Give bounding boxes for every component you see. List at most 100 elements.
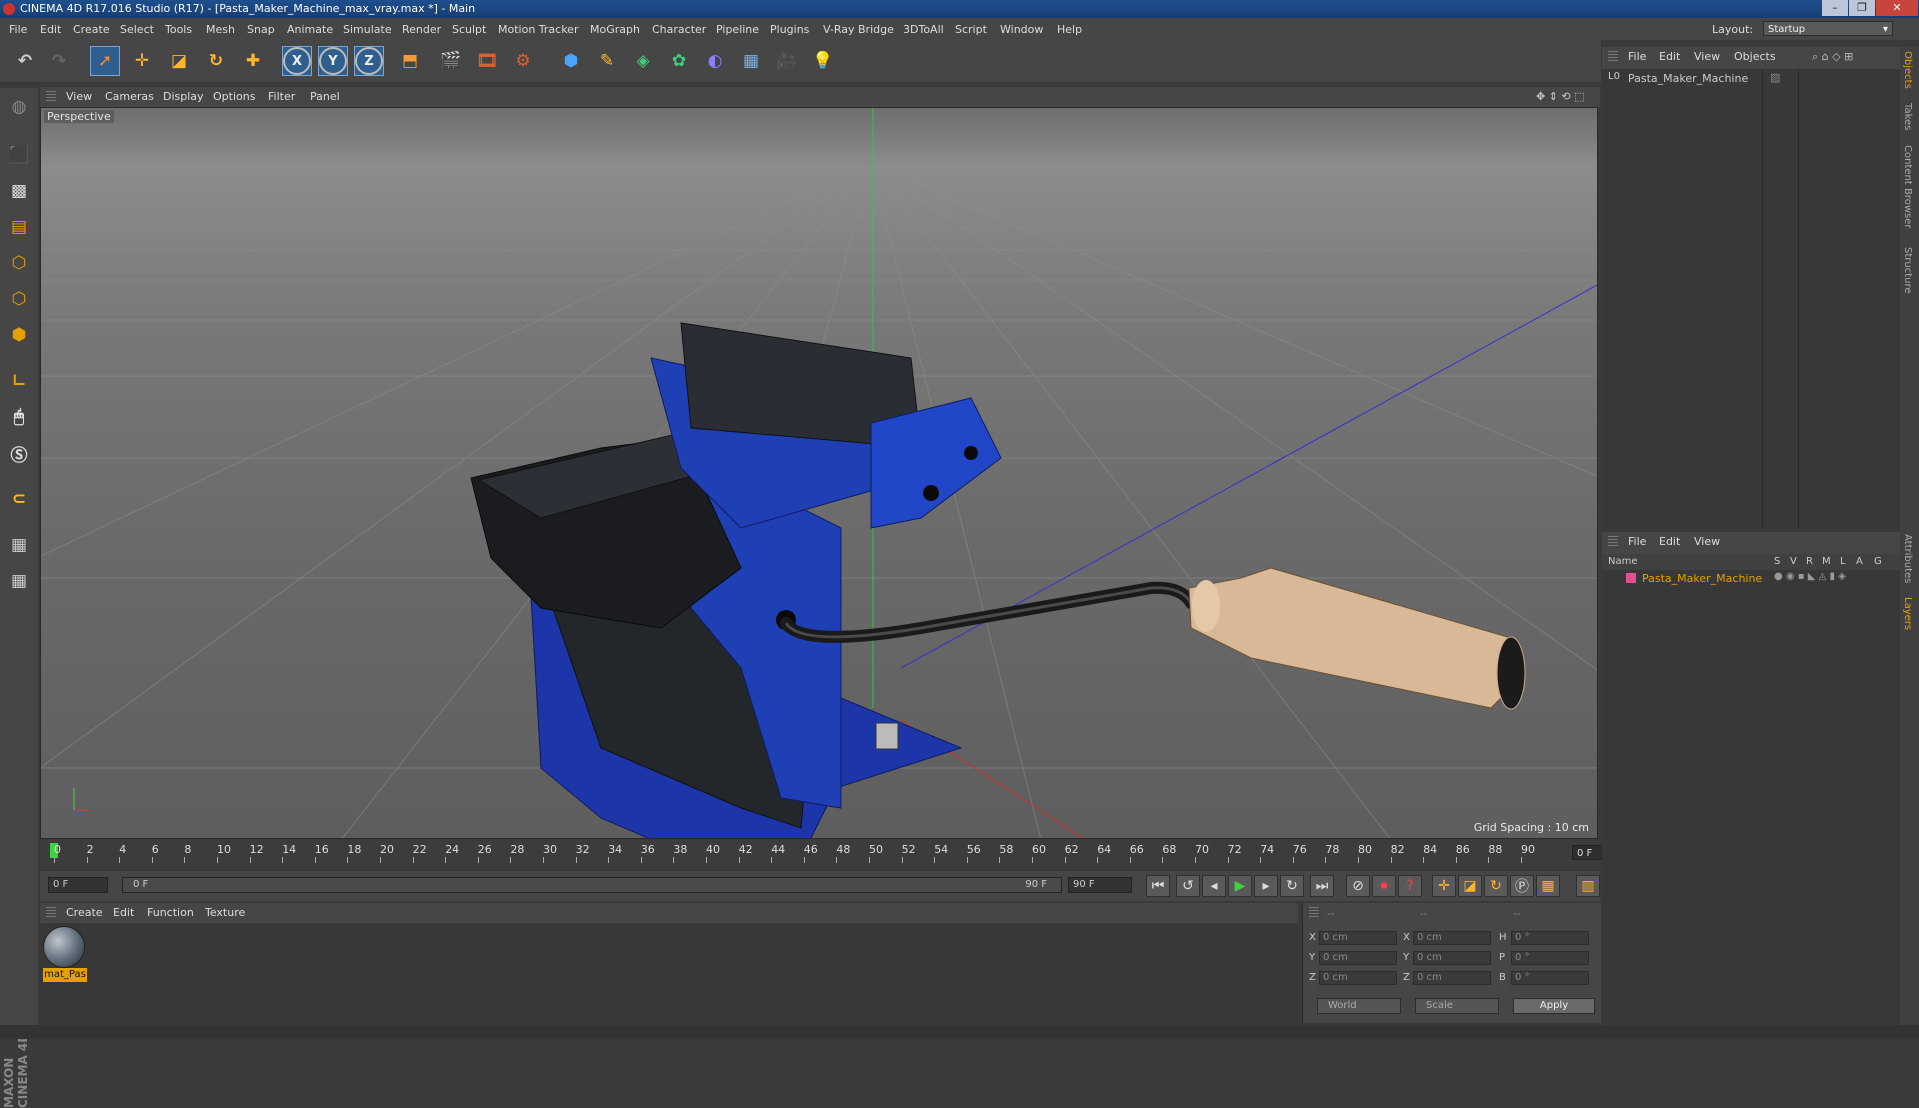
scale-icon[interactable]: ◪ <box>164 46 194 76</box>
menu-mograph[interactable]: MoGraph <box>590 23 640 36</box>
layout-select[interactable]: Startup ▾ <box>1763 21 1893 36</box>
z-axis-icon[interactable]: Z <box>354 46 384 76</box>
coordinate-mode-select[interactable]: World <box>1317 998 1401 1014</box>
pos-y-field[interactable]: 0 cm <box>1319 951 1397 965</box>
points-mode-icon[interactable]: ⬡ <box>4 248 34 278</box>
play-icon[interactable]: ▶ <box>1228 875 1252 897</box>
menu-edit[interactable]: Edit <box>40 23 61 36</box>
menu-motion-tracker[interactable]: Motion Tracker <box>498 23 578 36</box>
light-icon[interactable]: 💡 <box>808 46 838 76</box>
x-axis-icon[interactable]: X <box>282 46 312 76</box>
texture-mode-icon[interactable]: ▩ <box>4 176 34 206</box>
coordinate-system-icon[interactable]: ⬒ <box>395 46 425 76</box>
record-disabled-icon[interactable]: ⊘ <box>1346 875 1370 897</box>
obj-menu-edit[interactable]: Edit <box>1659 50 1680 63</box>
menu-help[interactable]: Help <box>1057 23 1082 36</box>
rotate-icon[interactable]: ↻ <box>201 46 231 76</box>
menu-render[interactable]: Render <box>402 23 441 36</box>
render-picture-viewer-icon[interactable]: 🎞 <box>472 46 502 76</box>
size-mode-select[interactable]: Scale <box>1415 998 1499 1014</box>
layer-color-swatch[interactable] <box>1626 573 1636 583</box>
layer-menu-file[interactable]: File <box>1628 535 1646 548</box>
menu-select[interactable]: Select <box>120 23 154 36</box>
start-frame-field[interactable]: 0 F <box>48 877 108 893</box>
layer-menu-edit[interactable]: Edit <box>1659 535 1680 548</box>
goto-start-icon[interactable]: ⏮ <box>1146 875 1170 897</box>
locked-workplane-icon[interactable]: ▦ <box>4 530 34 560</box>
edit-visibility-icon[interactable]: ▨ <box>1770 71 1780 84</box>
edges-mode-icon[interactable]: ⬡ <box>4 284 34 314</box>
subdivision-surface-icon[interactable]: ◈ <box>628 46 658 76</box>
render-view-icon[interactable]: 🎬 <box>436 46 466 76</box>
menu-create[interactable]: Create <box>73 23 110 36</box>
mat-menu-texture[interactable]: Texture <box>205 906 245 919</box>
size-z-field[interactable]: 0 cm <box>1413 971 1491 985</box>
menu-pipeline[interactable]: Pipeline <box>716 23 759 36</box>
layer-menu-view[interactable]: View <box>1694 535 1720 548</box>
mat-menu-edit[interactable]: Edit <box>113 906 134 919</box>
timeline-window-icon[interactable]: ▥ <box>1576 875 1600 897</box>
magnet-icon[interactable]: ⊂ <box>4 484 34 514</box>
viewport-nav-icons[interactable]: ✥ ⇕ ⟲ ⬚ <box>1536 90 1585 103</box>
floor-icon[interactable]: ▦ <box>736 46 766 76</box>
tab-objects[interactable]: Objects <box>1902 51 1913 89</box>
material-preview-sphere[interactable] <box>43 926 85 968</box>
rot-b-field[interactable]: 0 ° <box>1511 971 1589 985</box>
vp-menu-display[interactable]: Display <box>163 90 204 103</box>
close-button[interactable]: ✕ <box>1876 0 1918 16</box>
key-rotation-icon[interactable]: ↻ <box>1484 875 1508 897</box>
undo-icon[interactable]: ↶ <box>10 46 40 76</box>
step-forward-icon[interactable]: ▸ <box>1254 875 1278 897</box>
pos-x-field[interactable]: 0 cm <box>1319 931 1397 945</box>
material-name[interactable]: mat_Pas <box>43 968 87 982</box>
layer-row[interactable]: Pasta_Maker_Machine ● ◉ ▪ ◣ ◬ ▮ ◈ <box>1602 570 1900 586</box>
minimize-button[interactable]: – <box>1822 0 1848 16</box>
mat-menu-create[interactable]: Create <box>66 906 103 919</box>
obj-toolbar-icons[interactable]: ⌕ ⌂ ◇ ⊞ <box>1812 50 1853 64</box>
vp-menu-view[interactable]: View <box>66 90 92 103</box>
vp-menu-cameras[interactable]: Cameras <box>105 90 154 103</box>
mat-menu-function[interactable]: Function <box>147 906 194 919</box>
rot-p-field[interactable]: 0 ° <box>1511 951 1589 965</box>
timeline-ruler[interactable]: 0 2 4 6 8 10 12 14 16 18 20 22 24 26 28 30 32 34 36 38 40 42 4… <box>40 840 1632 870</box>
polygons-mode-icon[interactable]: ⬢ <box>4 320 34 350</box>
workplane-mode-icon[interactable]: ▤ <box>4 212 34 242</box>
frame-range-slider[interactable]: 0 F 90 F <box>122 877 1062 893</box>
tab-takes[interactable]: Takes <box>1902 103 1913 130</box>
object-name[interactable]: Pasta_Maker_Machine <box>1628 72 1748 85</box>
vp-menu-options[interactable]: Options <box>213 90 255 103</box>
menu-3dtoall[interactable]: 3DToAll <box>903 23 944 36</box>
move-icon[interactable]: ✛ <box>127 46 157 76</box>
end-frame-field[interactable]: 90 F <box>1068 877 1132 893</box>
deformer-icon[interactable]: ◐ <box>700 46 730 76</box>
size-x-field[interactable]: 0 cm <box>1413 931 1491 945</box>
vp-menu-filter[interactable]: Filter <box>268 90 295 103</box>
make-editable-icon[interactable]: ◍ <box>4 92 34 122</box>
y-axis-icon[interactable]: Y <box>318 46 348 76</box>
rot-h-field[interactable]: 0 ° <box>1511 931 1589 945</box>
layer-name[interactable]: Pasta_Maker_Machine <box>1642 572 1762 585</box>
cube-icon[interactable]: ⬢ <box>556 46 586 76</box>
live-selection-icon[interactable]: ➚ <box>90 46 120 76</box>
axis-mode-icon[interactable]: ∟ <box>4 366 34 396</box>
key-scale-icon[interactable]: ◪ <box>1458 875 1482 897</box>
key-position-icon[interactable]: ✛ <box>1432 875 1456 897</box>
menu-tools[interactable]: Tools <box>165 23 192 36</box>
obj-menu-file[interactable]: File <box>1628 50 1646 63</box>
redo-icon[interactable]: ↷ <box>44 46 74 76</box>
cloner-icon[interactable]: ✿ <box>664 46 694 76</box>
goto-prev-key-icon[interactable]: ↺ <box>1176 875 1200 897</box>
menu-mesh[interactable]: Mesh <box>206 23 235 36</box>
tab-structure[interactable]: Structure <box>1902 247 1913 294</box>
tab-layers[interactable]: Layers <box>1902 597 1913 630</box>
last-tool-icon[interactable]: ✚ <box>238 46 268 76</box>
camera-icon[interactable]: 🎥 <box>772 46 802 76</box>
menu-window[interactable]: Window <box>1000 23 1043 36</box>
record-active-objects-icon[interactable]: ⏺ <box>1372 875 1396 897</box>
obj-menu-objects[interactable]: Objects <box>1734 50 1776 63</box>
goto-next-key-icon[interactable]: ↻ <box>1280 875 1304 897</box>
menu-script[interactable]: Script <box>955 23 987 36</box>
tab-content-browser[interactable]: Content Browser <box>1902 145 1913 228</box>
autokey-icon[interactable]: ? <box>1398 875 1422 897</box>
model-mode-icon[interactable]: ⬛ <box>4 140 34 170</box>
